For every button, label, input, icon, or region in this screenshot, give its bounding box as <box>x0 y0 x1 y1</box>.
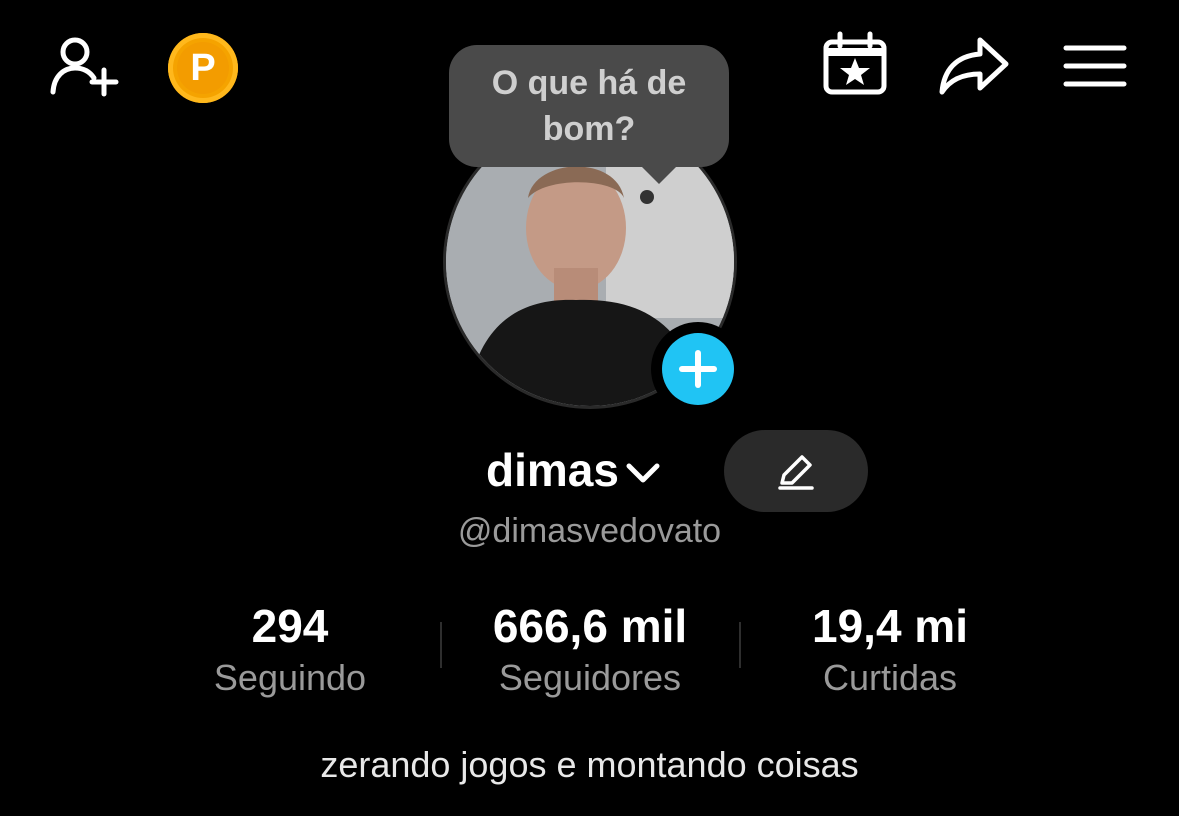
note-bubble[interactable]: O que há de bom? <box>449 45 729 167</box>
calendar-star-icon[interactable] <box>818 30 892 102</box>
account-switcher[interactable]: dimas <box>486 440 661 500</box>
stat-likes[interactable]: 19,4 mi Curtidas <box>775 598 1005 702</box>
note-bubble-text: O que há de bom? <box>491 64 687 148</box>
coin-icon[interactable]: P <box>167 33 239 103</box>
display-name: dimas <box>486 444 619 496</box>
stat-divider <box>739 622 741 668</box>
stat-value: 666,6 mil <box>492 600 688 652</box>
edit-profile-button[interactable] <box>724 430 868 512</box>
bio-text: zerando jogos e montando coisas <box>320 744 859 785</box>
stat-label: Seguindo <box>213 657 367 698</box>
stat-divider <box>440 622 442 668</box>
bubble-dot <box>640 190 654 204</box>
stat-label: Seguidores <box>498 657 682 698</box>
coin-letter: P <box>177 42 229 94</box>
stat-following[interactable]: 294 Seguindo <box>190 598 390 702</box>
stat-value: 294 <box>251 600 329 652</box>
pencil-icon <box>778 455 814 490</box>
stat-label: Curtidas <box>822 657 958 698</box>
add-friend-icon[interactable] <box>44 30 124 102</box>
stat-value: 19,4 mi <box>812 600 968 652</box>
stat-followers[interactable]: 666,6 mil Seguidores <box>455 598 725 702</box>
chevron-down-icon <box>626 463 660 483</box>
menu-icon[interactable] <box>1060 36 1130 96</box>
plus-icon <box>679 350 717 388</box>
bubble-tail <box>639 164 679 184</box>
share-icon[interactable] <box>936 30 1014 102</box>
add-story-button[interactable] <box>651 322 745 416</box>
profile-page: P O que há de bom? dimas @dimasvedovato … <box>0 0 1179 816</box>
username-handle: @dimasvedovato <box>457 512 722 550</box>
